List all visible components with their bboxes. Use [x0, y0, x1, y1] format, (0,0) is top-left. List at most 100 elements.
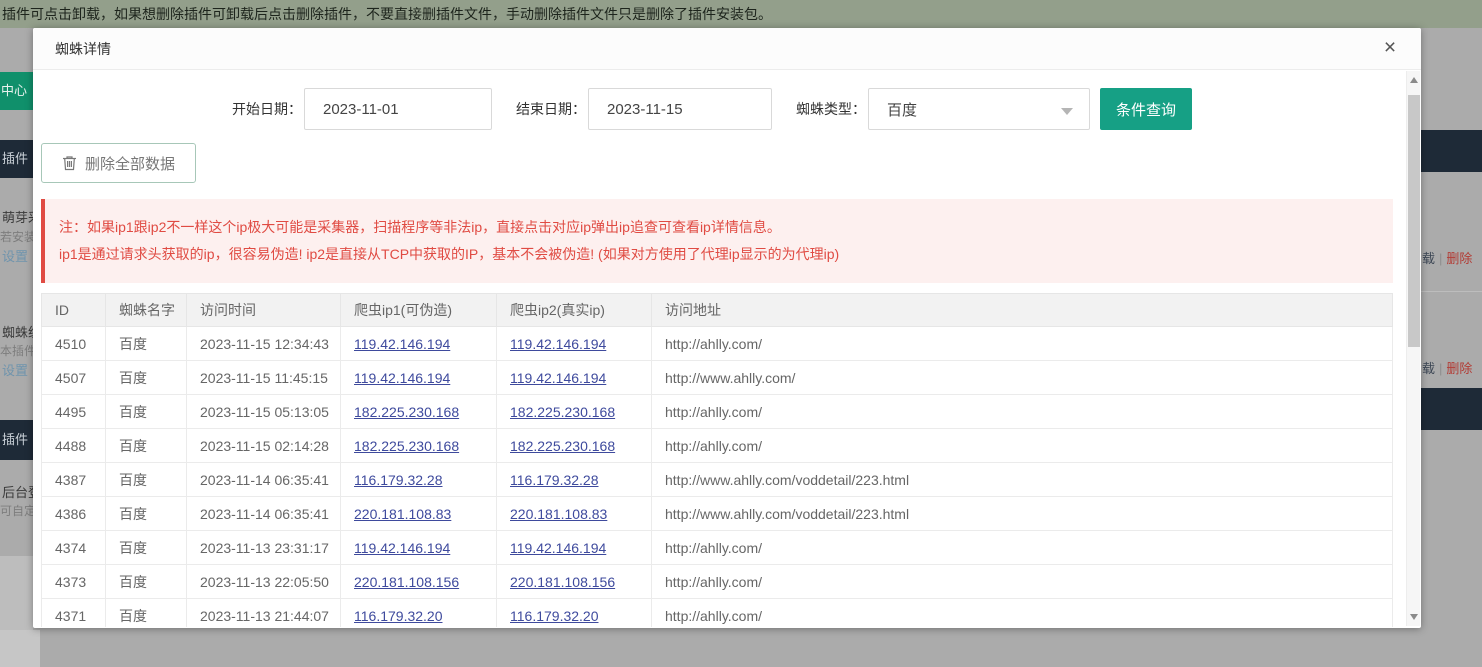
ip2-link[interactable]: 182.225.230.168	[510, 404, 615, 420]
ip2-link[interactable]: 220.181.108.156	[510, 574, 615, 590]
column-header: ID	[42, 294, 106, 327]
ip1-link[interactable]: 116.179.32.20	[354, 608, 443, 624]
cell-id: 4488	[42, 429, 106, 463]
ip2-link-cell: 119.42.146.194	[497, 361, 652, 395]
ip2-link-cell: 220.181.108.83	[497, 497, 652, 531]
ip1-link[interactable]: 119.42.146.194	[354, 336, 450, 352]
sidebar-section-plugins-2: 插件	[0, 420, 33, 460]
uninstall-link[interactable]: 载	[1422, 361, 1435, 376]
ip2-link-cell: 220.181.108.156	[497, 565, 652, 599]
cell-id: 4495	[42, 395, 106, 429]
cell-visit-url: http://ahlly.com/	[652, 395, 1393, 429]
ip1-link[interactable]: 182.225.230.168	[354, 438, 459, 454]
end-date-label: 结束日期：	[516, 99, 586, 119]
table-row: 4488百度2023-11-15 02:14:28182.225.230.168…	[42, 429, 1393, 463]
delete-all-data-button[interactable]: 删除全部数据	[41, 143, 196, 183]
table-row: 4510百度2023-11-15 12:34:43 119.42.146.194 1…	[42, 327, 1393, 361]
ip2-link[interactable]: 220.181.108.83	[510, 506, 607, 522]
ip1-link-cell: 116.179.32.28	[341, 463, 497, 497]
ip1-link[interactable]: 182.225.230.168	[354, 404, 459, 420]
ip1-link[interactable]: 220.181.108.83	[354, 506, 451, 522]
ip2-link[interactable]: 119.42.146.194	[510, 370, 606, 386]
cell-visit-time: 2023-11-15 12:34:43	[187, 327, 341, 361]
modal-title: 蜘蛛详情	[55, 41, 111, 57]
cell-visit-url: http://www.ahlly.com/	[652, 361, 1393, 395]
ip1-link-cell: 182.225.230.168	[341, 429, 497, 463]
action-separator: |	[1435, 361, 1446, 376]
ip2-link[interactable]: 119.42.146.194	[510, 336, 606, 352]
ip2-link-cell: 116.179.32.28	[497, 463, 652, 497]
notice-box: 注：如果ip1跟ip2不一样这个ip极大可能是采集器，扫描程序等非法ip，直接点…	[41, 199, 1393, 283]
plugin-settings-link-1[interactable]: 设置	[2, 246, 28, 265]
modal-scrollbar[interactable]	[1406, 71, 1420, 626]
plugin-settings-link-2[interactable]: 设置	[2, 360, 28, 379]
cell-visit-time: 2023-11-14 06:35:41	[187, 497, 341, 531]
ip2-link[interactable]: 119.42.146.194	[510, 540, 606, 556]
table-row: 4386百度2023-11-14 06:35:41220.181.108.832…	[42, 497, 1393, 531]
column-header: 爬虫ip1(可伪造)	[341, 294, 497, 327]
start-date-label: 开始日期：	[232, 99, 302, 119]
ip2-link[interactable]: 116.179.32.20	[510, 608, 599, 624]
table-row: 4495百度2023-11-15 05:13:05 182.225.230.168…	[42, 395, 1393, 429]
cell-visit-time: 2023-11-13 21:44:07	[187, 599, 341, 628]
ip2-link[interactable]: 182.225.230.168	[510, 438, 615, 454]
cell-visit-url: http://ahlly.com/	[652, 429, 1393, 463]
table-row: 4387百度2023-11-14 06:35:41116.179.32.2811…	[42, 463, 1393, 497]
sidebar-item-app-center[interactable]: 中心	[0, 72, 33, 110]
table-header-row: ID蜘蛛名字访问时间爬虫ip1(可伪造)爬虫ip2(真实ip)访问地址	[42, 294, 1393, 327]
action-separator: |	[1435, 251, 1446, 266]
modal-header: 蜘蛛详情 ×	[33, 28, 1421, 70]
ip1-link[interactable]: 220.181.108.156	[354, 574, 459, 590]
cell-spider-name: 百度	[106, 395, 187, 429]
cell-visit-time: 2023-11-15 05:13:05	[187, 395, 341, 429]
scroll-up-icon[interactable]	[1410, 77, 1418, 83]
ip1-link[interactable]: 119.42.146.194	[354, 370, 450, 386]
ip1-link-cell: 220.181.108.83	[341, 497, 497, 531]
background-header-bar-right-2	[1421, 388, 1482, 430]
table-row: 4374百度2023-11-13 23:31:17119.42.146.1941…	[42, 531, 1393, 565]
cell-spider-name: 百度	[106, 327, 187, 361]
ip1-link-cell: 119.42.146.194	[341, 361, 497, 395]
modal-body: 开始日期： 结束日期： 蜘蛛类型： 百度 条件查询 删除全部数据 注：如果i	[33, 70, 1421, 627]
cell-spider-name: 百度	[106, 497, 187, 531]
cell-spider-name: 百度	[106, 599, 187, 628]
ip2-link-cell: 182.225.230.168	[497, 395, 652, 429]
trash-icon	[62, 155, 77, 171]
start-date-input[interactable]	[304, 88, 492, 130]
delete-plugin-link[interactable]: 删除	[1446, 251, 1472, 266]
spider-table: ID蜘蛛名字访问时间爬虫ip1(可伪造)爬虫ip2(真实ip)访问地址 4510…	[41, 293, 1393, 627]
end-date-input[interactable]	[588, 88, 772, 130]
ip2-link-cell: 119.42.146.194	[497, 531, 652, 565]
uninstall-link[interactable]: 载	[1422, 251, 1435, 266]
cell-visit-url: http://ahlly.com/	[652, 599, 1393, 628]
background-panel	[0, 556, 33, 630]
scroll-down-icon[interactable]	[1410, 614, 1418, 620]
cell-id: 4373	[42, 565, 106, 599]
delete-all-data-label: 删除全部数据	[85, 153, 175, 174]
query-button[interactable]: 条件查询	[1100, 88, 1192, 130]
cell-spider-name: 百度	[106, 531, 187, 565]
delete-plugin-link[interactable]: 删除	[1446, 361, 1472, 376]
cell-visit-url: http://ahlly.com/	[652, 531, 1393, 565]
column-header: 访问时间	[187, 294, 341, 327]
plugin-desc-2: 本插件	[0, 342, 36, 359]
spider-type-select[interactable]: 百度	[868, 88, 1090, 130]
scrollbar-thumb[interactable]	[1408, 95, 1420, 347]
close-icon[interactable]: ×	[1377, 28, 1403, 70]
cell-id: 4507	[42, 361, 106, 395]
ip1-link-cell: 119.42.146.194	[341, 531, 497, 565]
cell-spider-name: 百度	[106, 565, 187, 599]
plugin-row-actions-2: 载|删除	[1422, 358, 1472, 377]
cell-visit-url: http://www.ahlly.com/voddetail/223.html	[652, 463, 1393, 497]
cell-visit-time: 2023-11-13 22:05:50	[187, 565, 341, 599]
ip1-link[interactable]: 119.42.146.194	[354, 540, 450, 556]
background-header-bar-right-1	[1421, 130, 1482, 172]
notice-line-1: 注：如果ip1跟ip2不一样这个ip极大可能是采集器，扫描程序等非法ip，直接点…	[59, 214, 1383, 241]
ip2-link-cell: 119.42.146.194	[497, 327, 652, 361]
ip2-link[interactable]: 116.179.32.28	[510, 472, 599, 488]
ip2-link-cell: 182.225.230.168	[497, 429, 652, 463]
cell-id: 4510	[42, 327, 106, 361]
ip1-link[interactable]: 116.179.32.28	[354, 472, 443, 488]
cell-visit-time: 2023-11-14 06:35:41	[187, 463, 341, 497]
cell-id: 4371	[42, 599, 106, 628]
